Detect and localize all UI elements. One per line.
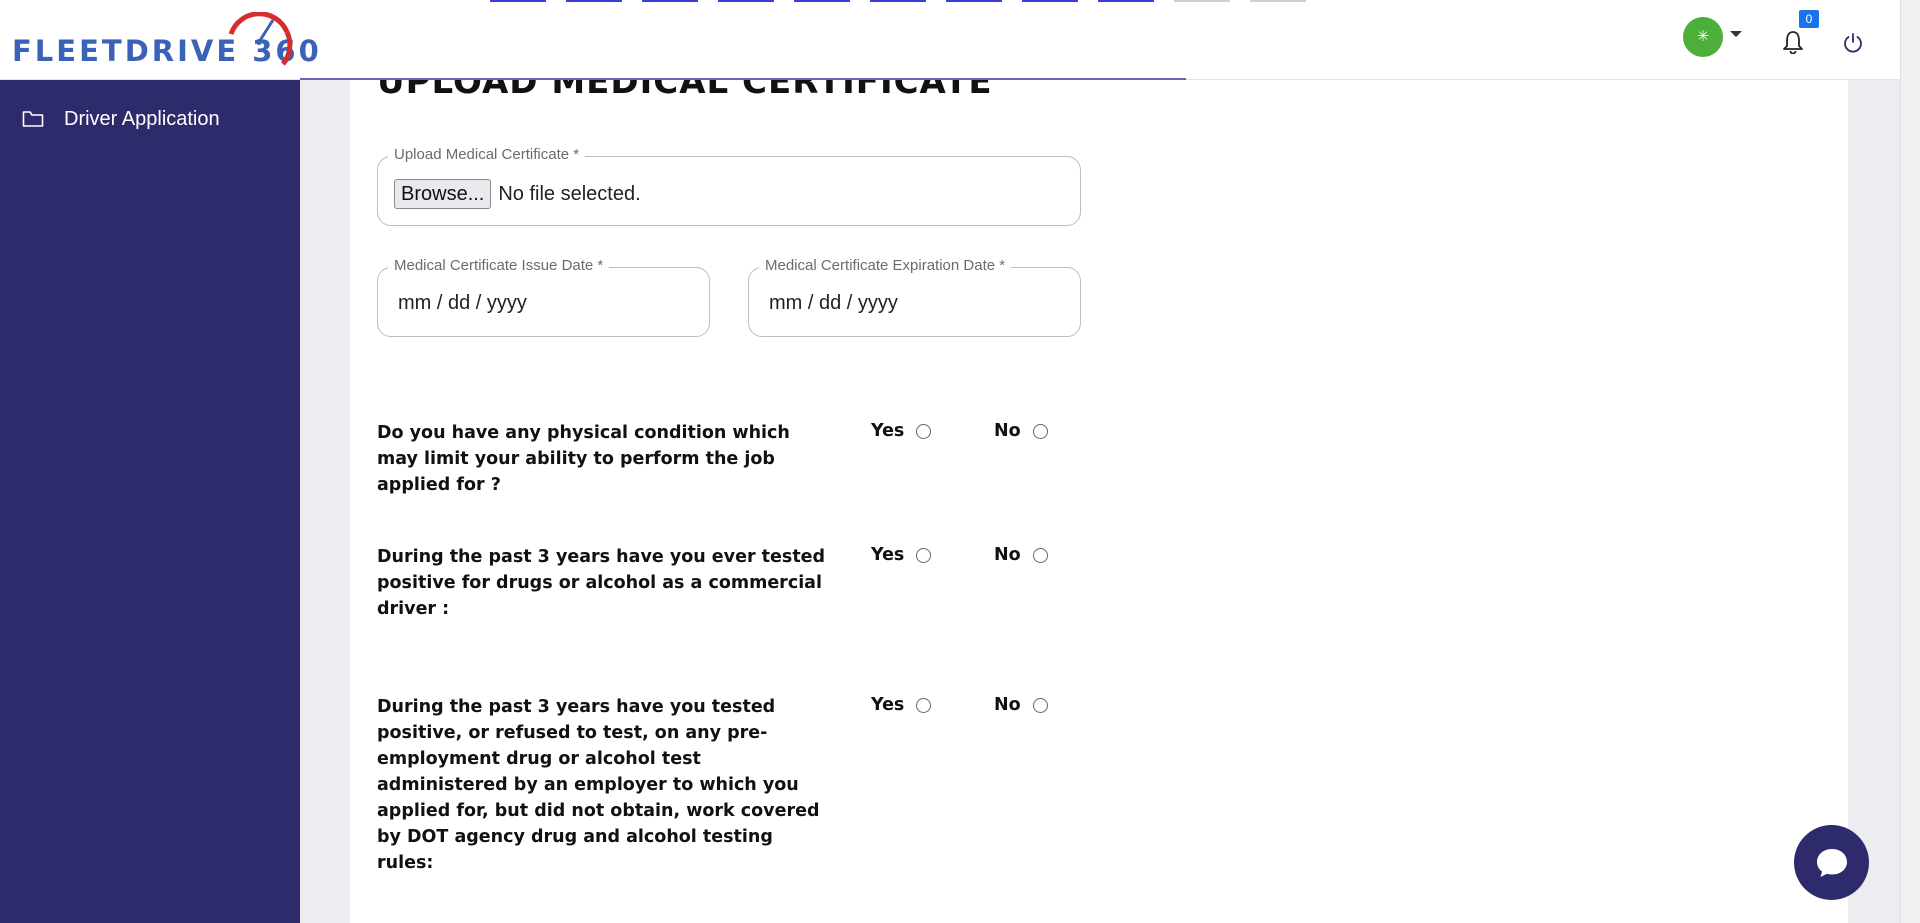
top-header: FLEETDRIVE 360 ✳ 0: [0, 0, 1900, 80]
window-scrollbar[interactable]: [1900, 0, 1920, 923]
option-yes-pre-employment-test[interactable]: Yes: [871, 695, 932, 715]
option-yes-tested-positive[interactable]: Yes: [871, 545, 932, 565]
radio-no[interactable]: [1032, 547, 1048, 563]
notification-badge: 0: [1799, 10, 1819, 28]
main-content: UPLOAD MEDICAL CERTIFICATE Upload Medica…: [300, 62, 1900, 923]
chat-button[interactable]: [1794, 825, 1869, 900]
tab-indicator[interactable]: [794, 0, 850, 2]
file-input-row: Browse... No file selected.: [394, 179, 641, 209]
sidebar-item-label: Driver Application: [64, 107, 220, 130]
issue-date-label: Medical Certificate Issue Date *: [388, 257, 610, 274]
sidebar: Driver Application: [0, 80, 300, 923]
tab-indicator[interactable]: [490, 0, 546, 2]
radio-yes[interactable]: [916, 547, 932, 563]
option-no-label: No: [994, 421, 1021, 441]
tab-indicator[interactable]: [566, 0, 622, 2]
gauge-icon: [228, 12, 293, 66]
tab-indicator[interactable]: [718, 0, 774, 2]
tab-indicator[interactable]: [870, 0, 926, 2]
sidebar-item-driver-application[interactable]: Driver Application: [22, 104, 220, 134]
option-no-pre-employment-test[interactable]: No: [994, 695, 1048, 715]
user-avatar[interactable]: ✳: [1683, 17, 1723, 57]
radio-yes[interactable]: [916, 423, 932, 439]
radio-no[interactable]: [1032, 697, 1048, 713]
radio-no[interactable]: [1032, 423, 1048, 439]
option-yes-label: Yes: [871, 695, 905, 715]
browse-button[interactable]: Browse...: [394, 179, 492, 209]
option-yes-label: Yes: [871, 421, 905, 441]
upload-certificate-label: Upload Medical Certificate *: [388, 146, 586, 163]
option-yes-physical-condition[interactable]: Yes: [871, 421, 932, 441]
tab-indicator[interactable]: [642, 0, 698, 2]
expiration-date-label: Medical Certificate Expiration Date *: [759, 257, 1012, 274]
file-status-text: No file selected.: [498, 182, 641, 205]
tab-indicator[interactable]: [1174, 0, 1230, 2]
header-tab-strip: [300, 0, 1310, 3]
issue-date-input[interactable]: mm / dd / yyyy: [398, 292, 527, 315]
question-tested-positive: During the past 3 years have you ever te…: [377, 547, 826, 619]
radio-yes[interactable]: [916, 697, 932, 713]
question-pre-employment-test: During the past 3 years have you tested …: [377, 697, 820, 873]
fleetdrive-logo[interactable]: FLEETDRIVE 360: [10, 12, 319, 70]
tab-indicator[interactable]: [946, 0, 1002, 2]
chat-bubble-icon: [1817, 849, 1847, 877]
tab-indicator[interactable]: [1098, 0, 1154, 2]
upload-certificate-field[interactable]: Upload Medical Certificate * Browse... N…: [377, 146, 1081, 226]
folder-icon: [22, 111, 44, 127]
option-no-label: No: [994, 695, 1021, 715]
bell-icon[interactable]: [1782, 30, 1804, 54]
form-card: UPLOAD MEDICAL CERTIFICATE Upload Medica…: [350, 62, 1848, 923]
issue-date-field[interactable]: Medical Certificate Issue Date * mm / dd…: [377, 257, 710, 337]
question-physical-condition: Do you have any physical condition which…: [377, 423, 790, 495]
expiration-date-input[interactable]: mm / dd / yyyy: [769, 292, 898, 315]
option-yes-label: Yes: [871, 545, 905, 565]
header-underline: [300, 78, 1186, 80]
tab-indicator[interactable]: [1022, 0, 1078, 2]
chevron-down-icon[interactable]: [1730, 31, 1742, 37]
power-icon[interactable]: [1842, 32, 1864, 54]
option-no-label: No: [994, 545, 1021, 565]
tab-indicator[interactable]: [1250, 0, 1306, 2]
expiration-date-field[interactable]: Medical Certificate Expiration Date * mm…: [748, 257, 1081, 337]
option-no-tested-positive[interactable]: No: [994, 545, 1048, 565]
option-no-physical-condition[interactable]: No: [994, 421, 1048, 441]
